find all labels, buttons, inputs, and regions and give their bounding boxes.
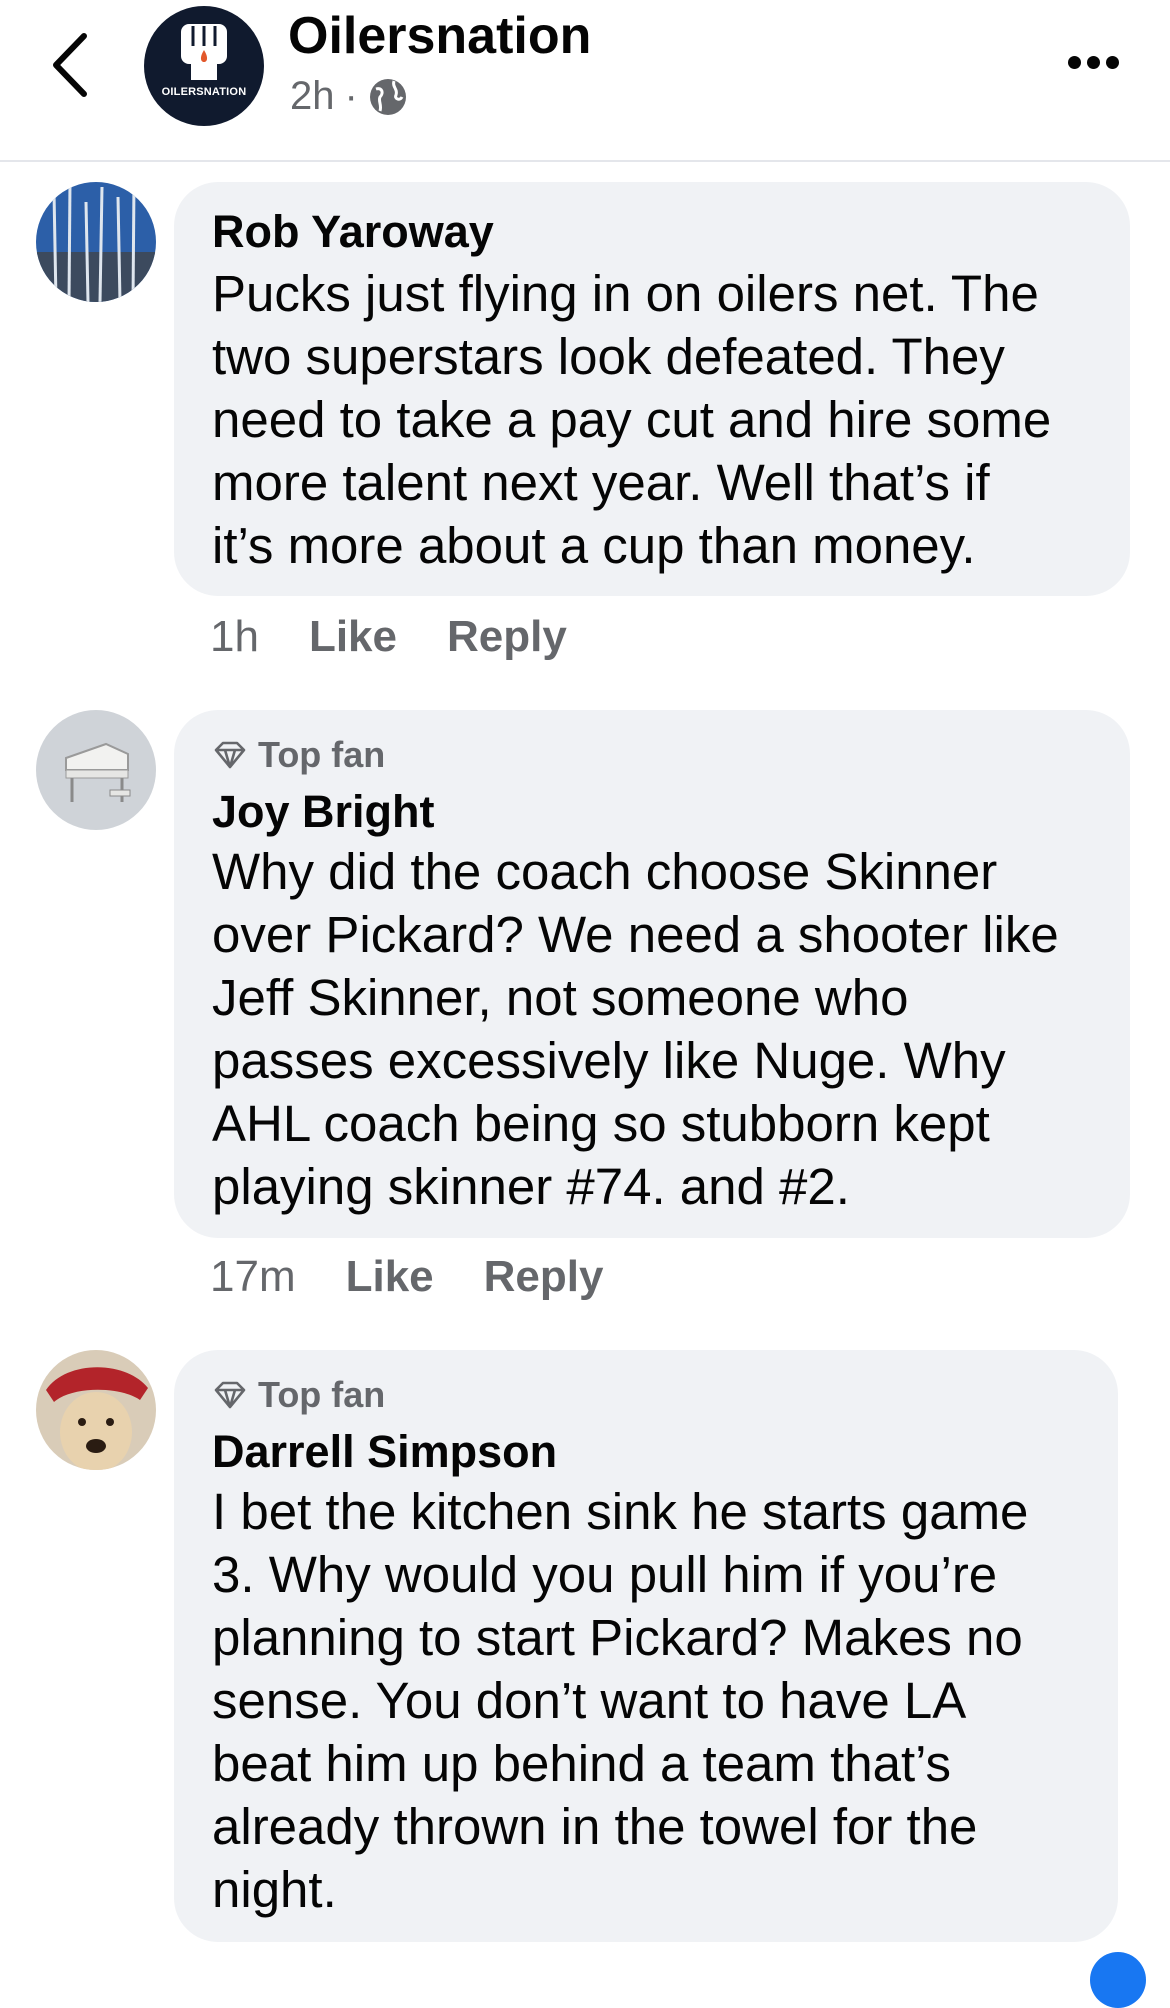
top-fan-badge: Top fan [212,734,385,776]
more-options-icon[interactable] [1068,56,1119,69]
globe-icon [369,78,406,115]
page-name[interactable]: Oilersnation [288,6,591,66]
commenter-avatar[interactable] [36,182,156,302]
comment-bubble: Rob Yaroway Pucks just flying in on oile… [174,182,1130,596]
back-chevron-icon[interactable] [46,30,96,100]
comment-text: Why did the coach choose Skinner over Pi… [212,843,1059,1215]
comment-author[interactable]: Joy Bright [212,786,435,838]
comment-actions: 1h Like Reply [210,612,617,662]
comment-text: I bet the kitchen sink he starts game 3.… [212,1483,1029,1918]
comment-time[interactable]: 1h [210,612,259,662]
comment-text: Pucks just flying in on oilers net. The … [212,265,1052,574]
comment-actions: 17m Like Reply [210,1252,653,1302]
comment-bubble: Top fan Joy Bright Why did the coach cho… [174,710,1130,1238]
top-fan-label: Top fan [258,1374,386,1415]
meta-separator: · [344,74,358,118]
page-avatar-text: OILERSNATION [161,86,247,98]
post-header: OILERSNATION Oilersnation 2h · [0,0,1170,162]
reply-button[interactable]: Reply [447,612,567,662]
top-fan-badge: Top fan [212,1374,385,1416]
like-button[interactable]: Like [309,612,397,662]
forest-photo [36,182,156,302]
comment-author[interactable]: Rob Yaroway [212,206,494,258]
commenter-avatar[interactable] [36,1350,156,1470]
like-button[interactable]: Like [346,1252,434,1302]
fist-logo-icon [181,24,227,80]
commenter-avatar[interactable] [36,710,156,830]
dog-photo [36,1350,156,1470]
piano-photo [36,710,156,830]
post-time[interactable]: 2h [290,74,335,119]
reaction-badge [1090,1952,1146,2008]
diamond-icon [214,1381,246,1409]
top-fan-label: Top fan [258,734,386,775]
comment-time[interactable]: 17m [210,1252,296,1302]
reply-button[interactable]: Reply [484,1252,604,1302]
comment-author[interactable]: Darrell Simpson [212,1426,557,1478]
comment-bubble: Top fan Darrell Simpson I bet the kitche… [174,1350,1118,1942]
diamond-icon [214,741,246,769]
post-meta: 2h · [290,74,408,119]
page-avatar[interactable]: OILERSNATION [144,6,264,126]
